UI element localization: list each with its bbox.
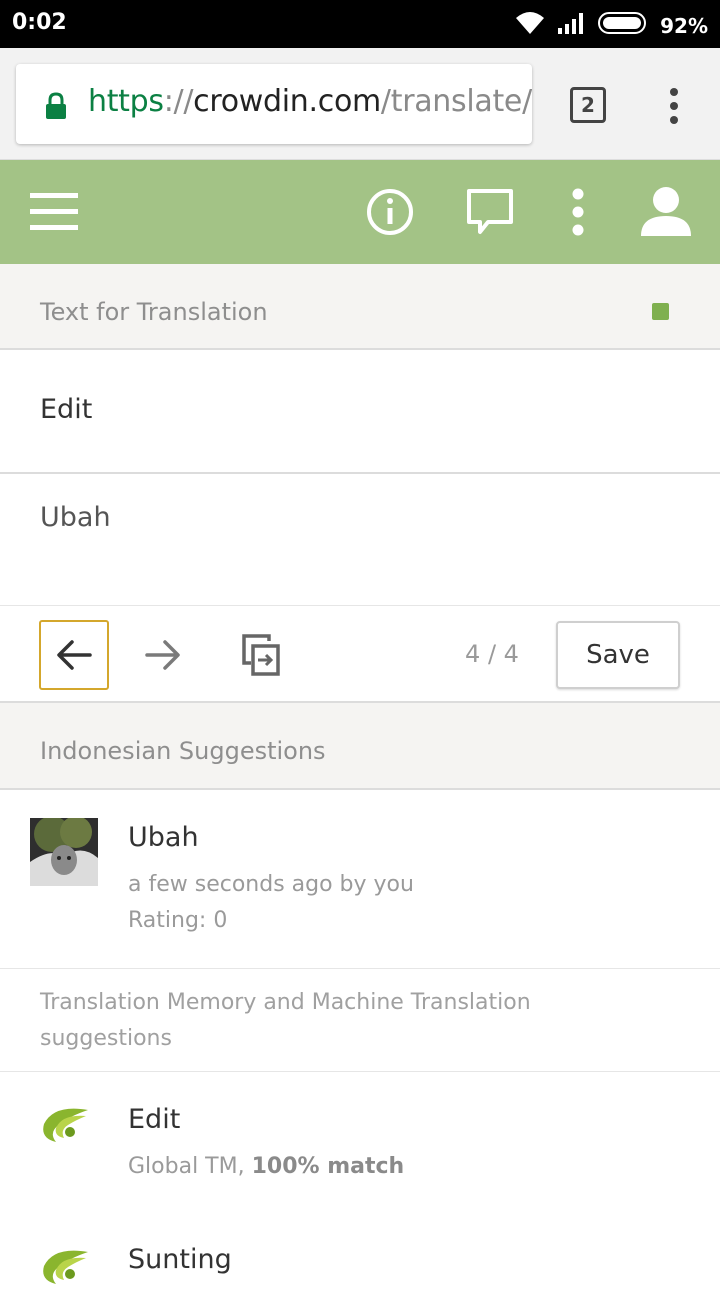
translation-text: Ubah	[40, 502, 111, 533]
signal-icon	[556, 10, 588, 41]
status-icons: 92%	[514, 10, 708, 41]
suggestions-header-title: Indonesian Suggestions	[40, 737, 326, 765]
tm-match: 100% match	[251, 1154, 405, 1179]
user-icon[interactable]	[640, 186, 692, 240]
avatar	[30, 818, 98, 886]
suggestion-time: a few seconds ago by you	[128, 872, 414, 897]
lock-icon	[44, 92, 68, 124]
editor-toolbar: 4 / 4 Save	[0, 605, 720, 703]
source-section-header: Text for Translation	[0, 264, 720, 350]
browser-menu-icon[interactable]	[660, 86, 688, 126]
info-icon[interactable]	[366, 188, 414, 240]
crowdin-logo-icon	[40, 1106, 90, 1150]
copy-source-button[interactable]	[226, 620, 296, 690]
suggestion-text: Ubah	[128, 822, 199, 853]
url-scheme: https	[88, 84, 164, 119]
string-counter: 4 / 4	[465, 640, 519, 668]
copy-source-icon	[242, 634, 280, 676]
tm-source: Global TM	[128, 1154, 238, 1179]
tm-separator: ,	[237, 1154, 252, 1179]
suggestion-rating: Rating: 0	[128, 908, 228, 933]
user-suggestion[interactable]: Ubah a few seconds ago by you Rating: 0	[0, 790, 720, 968]
tm-section-header: Translation Memory and Machine Translati…	[0, 968, 720, 1072]
source-text: Edit	[40, 394, 93, 425]
status-bar: 0:02 92%	[0, 0, 720, 48]
tm-suggestion[interactable]: Sunting	[0, 1222, 720, 1284]
tm-suggestion-meta: Global TM, 100% match	[128, 1154, 404, 1179]
url-text: https://crowdin.com/translate/	[88, 84, 532, 119]
browser-toolbar: https://crowdin.com/translate/ 2	[0, 48, 720, 160]
arrow-right-icon	[145, 640, 180, 670]
battery-percent: 92%	[660, 13, 708, 38]
source-header-title: Text for Translation	[40, 298, 268, 326]
previous-button[interactable]	[39, 620, 109, 690]
translation-input[interactable]: Ubah	[0, 476, 720, 605]
url-host: crowdin.com	[193, 84, 381, 119]
comment-icon[interactable]	[466, 188, 514, 242]
url-separator: ://	[163, 84, 194, 119]
source-text-panel: Edit	[0, 350, 720, 474]
app-bar	[0, 160, 720, 264]
save-button[interactable]: Save	[556, 621, 680, 689]
tm-suggestion-text: Sunting	[128, 1244, 232, 1275]
status-time: 0:02	[12, 10, 67, 35]
url-bar[interactable]: https://crowdin.com/translate/	[16, 64, 532, 144]
tab-switcher-button[interactable]: 2	[570, 87, 606, 123]
tm-suggestion[interactable]: Edit Global TM, 100% match	[0, 1072, 720, 1222]
more-vert-icon[interactable]	[566, 188, 590, 240]
wifi-icon	[514, 10, 546, 41]
arrow-left-icon	[57, 640, 92, 670]
battery-icon	[598, 11, 650, 40]
menu-icon[interactable]	[30, 193, 78, 235]
crowdin-logo-icon	[40, 1248, 90, 1292]
tm-header-title: Translation Memory and Machine Translati…	[40, 990, 531, 1051]
status-indicator	[652, 303, 669, 320]
tm-suggestion-text: Edit	[128, 1104, 181, 1135]
url-path: /translate/	[380, 84, 532, 119]
next-button[interactable]	[128, 620, 198, 690]
suggestions-section-header: Indonesian Suggestions	[0, 703, 720, 790]
